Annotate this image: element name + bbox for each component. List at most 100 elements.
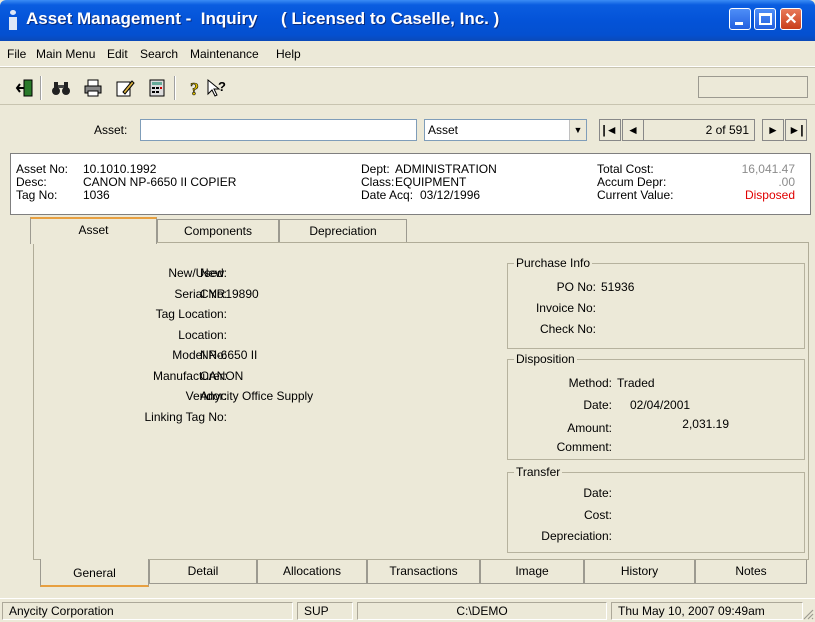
last-record-icon: ►|: [788, 123, 804, 137]
po-no-value: 51936: [601, 280, 635, 294]
search-type-value: Asset: [428, 123, 459, 137]
menu-main-menu[interactable]: Main Menu: [36, 47, 95, 61]
context-help-icon: ?: [207, 78, 226, 97]
app-icon: [8, 10, 18, 30]
current-value-status: Disposed: [744, 188, 795, 202]
tag-location-label: Tag Location:: [155, 307, 227, 321]
model-no-value: NP-6650 II: [200, 348, 258, 362]
tab-components[interactable]: Components: [157, 219, 279, 243]
menu-bar: File Main Menu Edit Search Maintenance H…: [0, 41, 815, 67]
status-user: SUP: [297, 602, 353, 620]
next-record-button[interactable]: ►: [762, 119, 784, 141]
asset-header-panel: Asset No: 10.1010.1992 Desc: CANON NP-66…: [10, 153, 811, 215]
context-help-button[interactable]: ?: [206, 77, 228, 99]
calculator-icon: [149, 79, 165, 97]
chevron-down-icon[interactable]: ▼: [569, 120, 586, 140]
next-record-icon: ►: [767, 123, 779, 137]
date-acq-value: 03/12/1996: [420, 188, 481, 202]
prev-record-icon: ◄: [627, 123, 639, 137]
svg-text:?: ?: [218, 79, 226, 94]
edit-icon: [116, 80, 135, 97]
disposition-date-value: 02/04/2001: [630, 398, 691, 412]
binoculars-icon: [52, 82, 70, 95]
linking-tag-label: Linking Tag No:: [144, 410, 228, 424]
record-position: 2 of 591: [643, 119, 755, 141]
printer-icon: [84, 79, 102, 97]
title-bar[interactable]: Asset Management - Inquiry ( Licensed to…: [0, 0, 815, 41]
calculator-button[interactable]: [146, 77, 168, 99]
amount-value: 2,031.19: [682, 417, 729, 431]
current-value-label: Current Value:: [597, 188, 674, 202]
exit-button[interactable]: [14, 77, 36, 99]
minimize-icon: [735, 22, 743, 25]
toolbar-status-box: [698, 76, 808, 98]
status-datetime: Thu May 10, 2007 09:49am: [611, 602, 803, 620]
find-button[interactable]: [50, 77, 72, 99]
status-path: C:\DEMO: [357, 602, 607, 620]
date-acq-label: Date Acq:: [361, 188, 414, 202]
disposition-date-label: Date:: [583, 398, 612, 412]
tag-no-label: Tag No:: [16, 188, 58, 202]
transfer-date-label: Date:: [583, 486, 612, 500]
resize-grip-icon[interactable]: [803, 609, 814, 620]
menu-edit[interactable]: Edit: [107, 47, 128, 61]
close-button[interactable]: ✕: [780, 8, 802, 30]
menu-help[interactable]: Help: [276, 47, 301, 61]
new-used-value: New: [200, 266, 225, 280]
prev-record-button[interactable]: ◄: [622, 119, 644, 141]
last-record-button[interactable]: ►|: [785, 119, 807, 141]
print-button[interactable]: [82, 77, 104, 99]
tab-depreciation[interactable]: Depreciation: [279, 219, 407, 243]
asset-general-panel: New/Used: New Serial No: CYR19890 Tag Lo…: [33, 242, 809, 560]
svg-text:?: ?: [190, 79, 199, 98]
disposition-title: Disposition: [514, 352, 577, 366]
tab-general[interactable]: General: [40, 559, 149, 587]
edit-button[interactable]: [114, 77, 136, 99]
window-title: Asset Management - Inquiry ( Licensed to…: [26, 9, 500, 28]
check-no-label: Check No:: [539, 322, 596, 336]
menu-search[interactable]: Search: [140, 47, 178, 61]
maximize-icon: [759, 13, 772, 25]
toolbar: ? ?: [0, 67, 815, 105]
vendor-value: Anycity Office Supply: [200, 389, 314, 403]
transfer-depreciation-label: Depreciation:: [541, 529, 612, 543]
status-company: Anycity Corporation: [2, 602, 293, 620]
tab-asset[interactable]: Asset: [30, 217, 157, 244]
search-type-select[interactable]: Asset ▼: [424, 119, 587, 141]
tab-notes[interactable]: Notes: [695, 560, 807, 584]
first-record-button[interactable]: |◄: [599, 119, 621, 141]
tag-no-value: 1036: [83, 188, 110, 202]
exit-icon: [15, 79, 33, 97]
first-record-icon: |◄: [602, 123, 618, 137]
transfer-group: Transfer Date: Cost: Depreciation:: [507, 465, 805, 553]
status-bar: Anycity Corporation SUP C:\DEMO Thu May …: [0, 598, 815, 622]
manufacturer-value: CANON: [200, 369, 244, 383]
amount-label: Amount:: [567, 421, 612, 435]
tab-image[interactable]: Image: [480, 560, 584, 584]
purchase-info-group: Purchase Info PO No: 51936 Invoice No: C…: [507, 256, 805, 349]
asset-label: Asset:: [94, 123, 128, 137]
close-icon: ✕: [784, 11, 798, 28]
menu-file[interactable]: File: [7, 47, 26, 61]
minimize-button[interactable]: [729, 8, 751, 30]
tab-history[interactable]: History: [584, 560, 695, 584]
comment-label: Comment:: [556, 440, 612, 454]
method-value: Traded: [617, 376, 655, 390]
help-button[interactable]: ?: [184, 77, 206, 99]
help-icon: ?: [190, 79, 200, 98]
transfer-title: Transfer: [514, 465, 563, 479]
menu-maintenance[interactable]: Maintenance: [190, 47, 259, 61]
purchase-info-title: Purchase Info: [514, 256, 593, 270]
serial-no-value: CYR19890: [200, 287, 259, 301]
disposition-group: Disposition Method: Traded Date: 02/04/2…: [507, 352, 805, 460]
invoice-no-label: Invoice No:: [535, 301, 596, 315]
tab-transactions[interactable]: Transactions: [367, 560, 480, 584]
tab-allocations[interactable]: Allocations: [257, 560, 367, 584]
transfer-cost-label: Cost:: [583, 508, 612, 522]
location-label: Location:: [178, 328, 227, 342]
maximize-button[interactable]: [754, 8, 776, 30]
tab-detail[interactable]: Detail: [149, 560, 257, 584]
asset-input[interactable]: [140, 119, 417, 141]
method-label: Method:: [568, 376, 612, 390]
po-no-label: PO No:: [556, 280, 596, 294]
